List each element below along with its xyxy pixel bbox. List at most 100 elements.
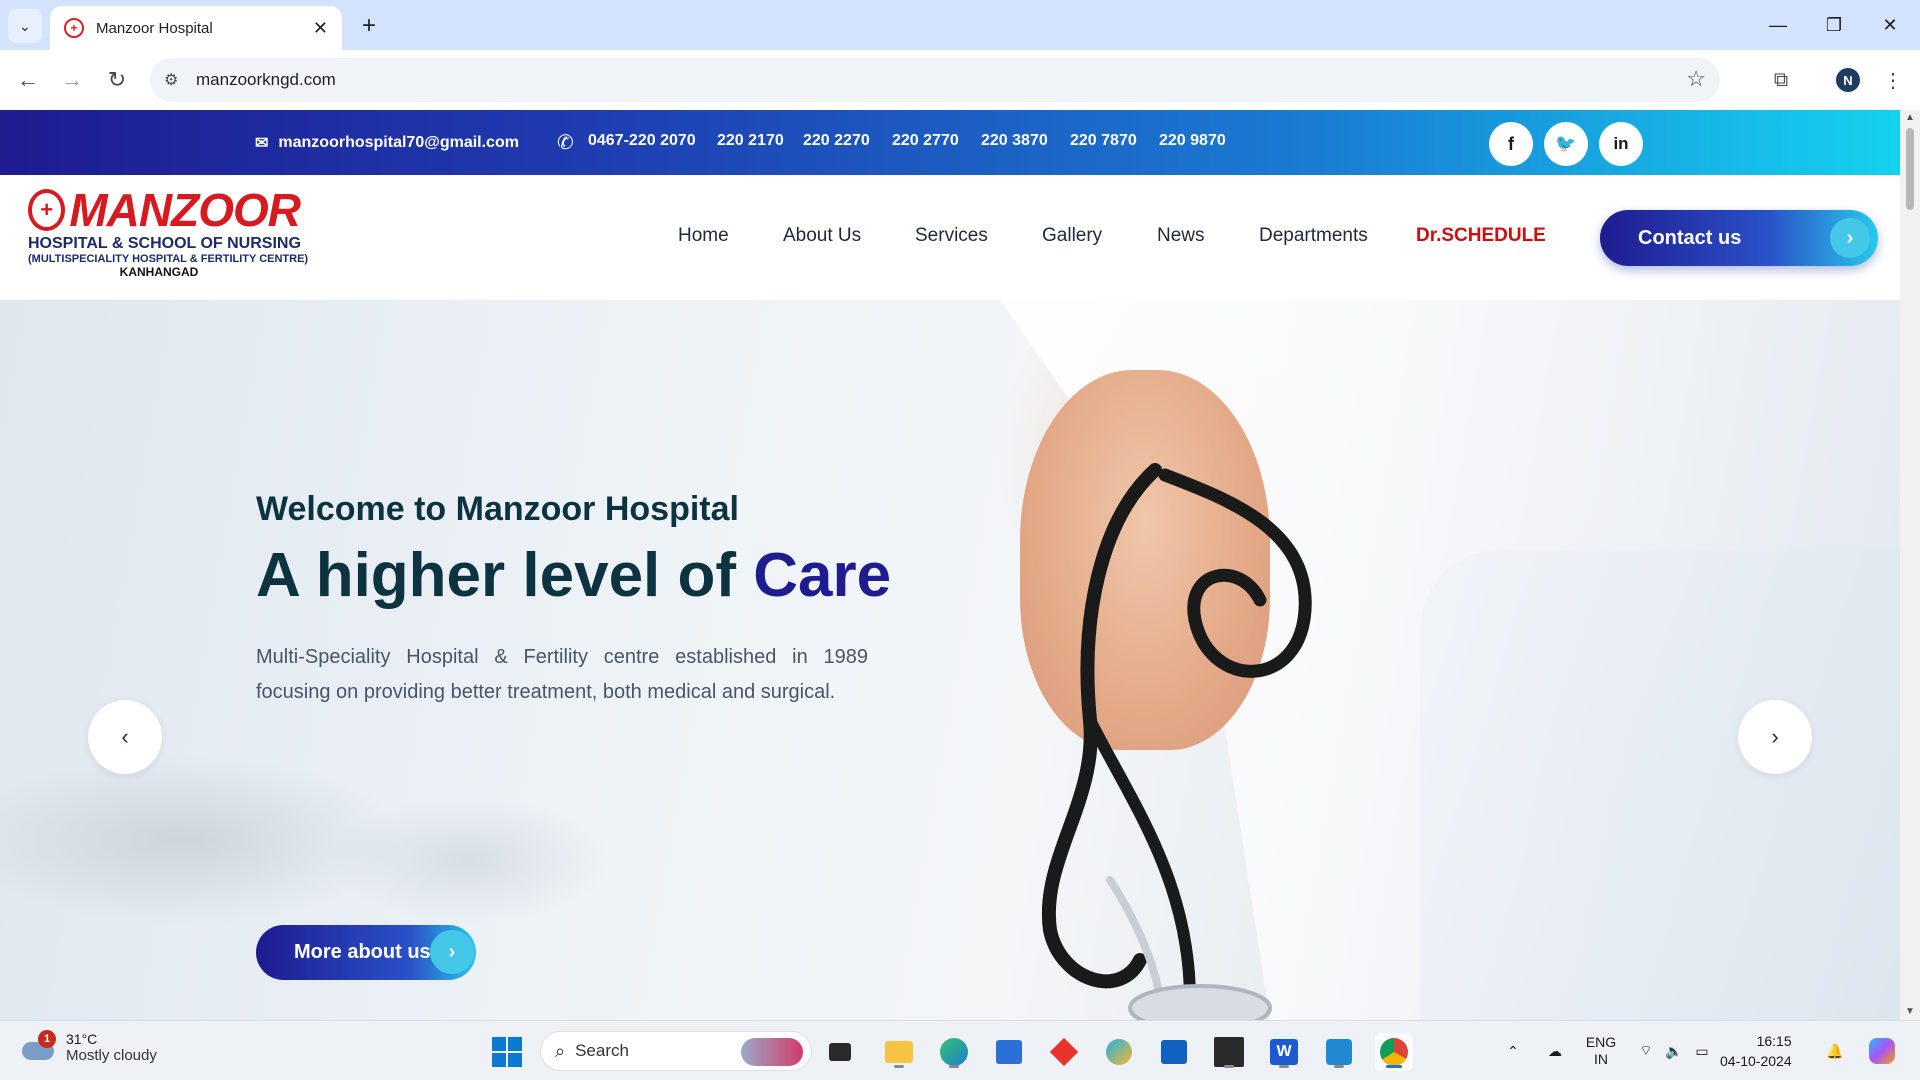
nav-gallery[interactable]: Gallery <box>1042 225 1102 247</box>
phone-number[interactable]: 220 2770 <box>892 132 959 150</box>
slider-next-button[interactable]: › <box>1738 700 1812 774</box>
browser-toolbar: ← → ↻ ⚙ manzoorkngd.com ☆ ⧉ N ⋮ <box>0 50 1920 110</box>
page-scrollbar[interactable]: ▲ ▼ <box>1900 110 1920 1020</box>
chrome-icon[interactable] <box>1375 1033 1413 1071</box>
volume-icon[interactable]: 🔈 <box>1660 1021 1688 1080</box>
outlook-icon[interactable] <box>1155 1033 1193 1071</box>
copilot-icon[interactable] <box>1862 1021 1902 1080</box>
more-about-us-button[interactable]: More about us › <box>256 925 476 980</box>
scroll-down-icon[interactable]: ▼ <box>1905 1006 1915 1017</box>
site-header: + MANZOOR HOSPITAL & SCHOOL OF NURSING (… <box>0 175 1900 300</box>
battery-icon[interactable]: ▭ <box>1688 1021 1716 1080</box>
notifications-bell-icon[interactable]: 🔔 <box>1820 1021 1850 1080</box>
twitter-icon[interactable]: 🐦 <box>1544 122 1588 166</box>
close-tab-icon[interactable]: ✕ <box>313 18 328 39</box>
chevron-down-icon: ⌄ <box>19 17 31 34</box>
profile-button[interactable]: N <box>1830 62 1866 98</box>
weather-description: Mostly cloudy <box>66 1047 157 1064</box>
weather-widget[interactable]: 1 31°C Mostly cloudy <box>22 1029 157 1064</box>
windows-logo-icon <box>492 1037 522 1067</box>
extensions-icon[interactable]: ⧉ <box>1763 62 1799 98</box>
weather-temperature: 31°C <box>66 1031 98 1047</box>
logo-subtagline: (MULTISPECIALITY HOSPITAL & FERTILITY CE… <box>28 253 309 265</box>
facebook-icon[interactable]: f <box>1489 122 1533 166</box>
linkedin-icon[interactable]: in <box>1599 122 1643 166</box>
search-icon: ⌕ <box>555 1040 566 1061</box>
task-view-icon[interactable] <box>821 1033 859 1071</box>
phone-number[interactable]: 0467-220 2070 <box>588 132 696 150</box>
contact-top-bar: ✉ manzoorhospital70@gmail.com ✆ 0467-220… <box>0 110 1900 175</box>
close-window-button[interactable]: ✕ <box>1862 0 1918 50</box>
restore-window-button[interactable]: ❐ <box>1806 0 1862 50</box>
site-favicon-icon: + <box>64 18 84 38</box>
region-code: IN <box>1594 1051 1608 1067</box>
microsoft-store-icon[interactable] <box>990 1033 1028 1071</box>
search-highlight-image <box>741 1038 803 1066</box>
start-button[interactable] <box>488 1033 526 1071</box>
nav-home[interactable]: Home <box>678 225 729 247</box>
chevron-right-icon: › <box>430 930 474 974</box>
app-feather-icon[interactable] <box>1100 1033 1138 1071</box>
nav-dr-schedule[interactable]: Dr.SCHEDULE <box>1416 225 1546 247</box>
email-contact[interactable]: ✉ manzoorhospital70@gmail.com <box>255 110 519 175</box>
forward-button[interactable]: → <box>54 62 90 98</box>
language-code: ENG <box>1585 1034 1617 1050</box>
nav-services[interactable]: Services <box>915 225 988 247</box>
hero-title-accent: Care <box>753 541 892 610</box>
url-text: manzoorkngd.com <box>196 70 336 89</box>
browser-tab-bar: ⌄ + Manzoor Hospital ✕ + — ❐ ✕ <box>0 0 1920 50</box>
logo-location: KANHANGAD <box>119 265 199 279</box>
site-info-icon[interactable]: ⚙ <box>164 70 184 90</box>
app-red-diamond-icon[interactable] <box>1045 1033 1083 1071</box>
nav-departments[interactable]: Departments <box>1259 225 1368 247</box>
edge-browser-icon[interactable] <box>935 1033 973 1071</box>
browser-tab-active[interactable]: + Manzoor Hospital ✕ <box>50 6 342 50</box>
scroll-up-icon[interactable]: ▲ <box>1905 112 1915 123</box>
phone-number[interactable]: 220 2270 <box>803 132 870 150</box>
new-tab-button[interactable]: + <box>352 9 386 43</box>
hero-subtitle: Welcome to Manzoor Hospital <box>256 490 739 528</box>
back-button[interactable]: ← <box>10 62 46 98</box>
clock-time: 16:15 <box>1756 1033 1792 1049</box>
hero-description: Multi-Speciality Hospital & Fertility ce… <box>256 646 868 703</box>
wifi-icon[interactable]: ⌔ <box>1632 1021 1660 1080</box>
hero-title-main: A higher level of <box>256 541 754 610</box>
app-dark-tile-icon[interactable] <box>1210 1033 1248 1071</box>
tab-search-button[interactable]: ⌄ <box>8 9 42 43</box>
show-hidden-icons[interactable]: ⌃ <box>1498 1021 1528 1080</box>
onedrive-cloud-icon[interactable]: ☁ <box>1540 1021 1570 1080</box>
hero-slider: Welcome to Manzoor Hospital A higher lev… <box>0 300 1900 1020</box>
word-icon[interactable]: W <box>1265 1033 1303 1071</box>
hero-title: A higher level of Care <box>256 540 891 611</box>
phone-number[interactable]: 220 2170 <box>717 132 784 150</box>
phone-icon: ✆ <box>557 132 574 154</box>
language-indicator[interactable]: ENG IN <box>1578 1021 1624 1080</box>
logo-tagline: HOSPITAL & SCHOOL OF NURSING <box>28 235 301 252</box>
vscode-icon[interactable] <box>1320 1033 1358 1071</box>
web-page: ✉ manzoorhospital70@gmail.com ✆ 0467-220… <box>0 110 1900 1020</box>
contact-us-button[interactable]: Contact us › <box>1600 210 1878 266</box>
phone-number[interactable]: 220 9870 <box>1159 132 1226 150</box>
slider-prev-button[interactable]: ‹ <box>88 700 162 774</box>
chevron-right-icon: › <box>1830 218 1870 258</box>
taskbar-search[interactable]: ⌕ Search <box>540 1031 812 1071</box>
nav-about-us[interactable]: About Us <box>783 225 861 247</box>
browser-menu-icon[interactable]: ⋮ <box>1875 62 1911 98</box>
logo-wordmark: MANZOOR <box>69 184 301 236</box>
scroll-thumb[interactable] <box>1906 128 1914 210</box>
nav-news[interactable]: News <box>1157 225 1205 247</box>
clock-date: 04-10-2024 <box>1720 1053 1792 1069</box>
system-clock[interactable]: 16:15 04-10-2024 <box>1720 1031 1792 1071</box>
logo-emblem-icon: + <box>28 189 66 231</box>
address-bar[interactable]: ⚙ manzoorkngd.com ☆ <box>150 58 1720 102</box>
search-label: Search <box>575 1041 629 1060</box>
bookmark-star-icon[interactable]: ☆ <box>1686 66 1706 92</box>
reload-button[interactable]: ↻ <box>99 62 135 98</box>
avatar: N <box>1836 68 1860 92</box>
phone-number[interactable]: 220 7870 <box>1070 132 1137 150</box>
phone-number[interactable]: 220 3870 <box>981 132 1048 150</box>
windows-taskbar: 1 31°C Mostly cloudy ⌕ Search W ⌃ ☁ ENG … <box>0 1020 1920 1080</box>
site-logo[interactable]: + MANZOOR HOSPITAL & SCHOOL OF NURSING (… <box>28 184 309 292</box>
file-explorer-icon[interactable] <box>880 1033 918 1071</box>
minimize-window-button[interactable]: — <box>1750 0 1806 50</box>
